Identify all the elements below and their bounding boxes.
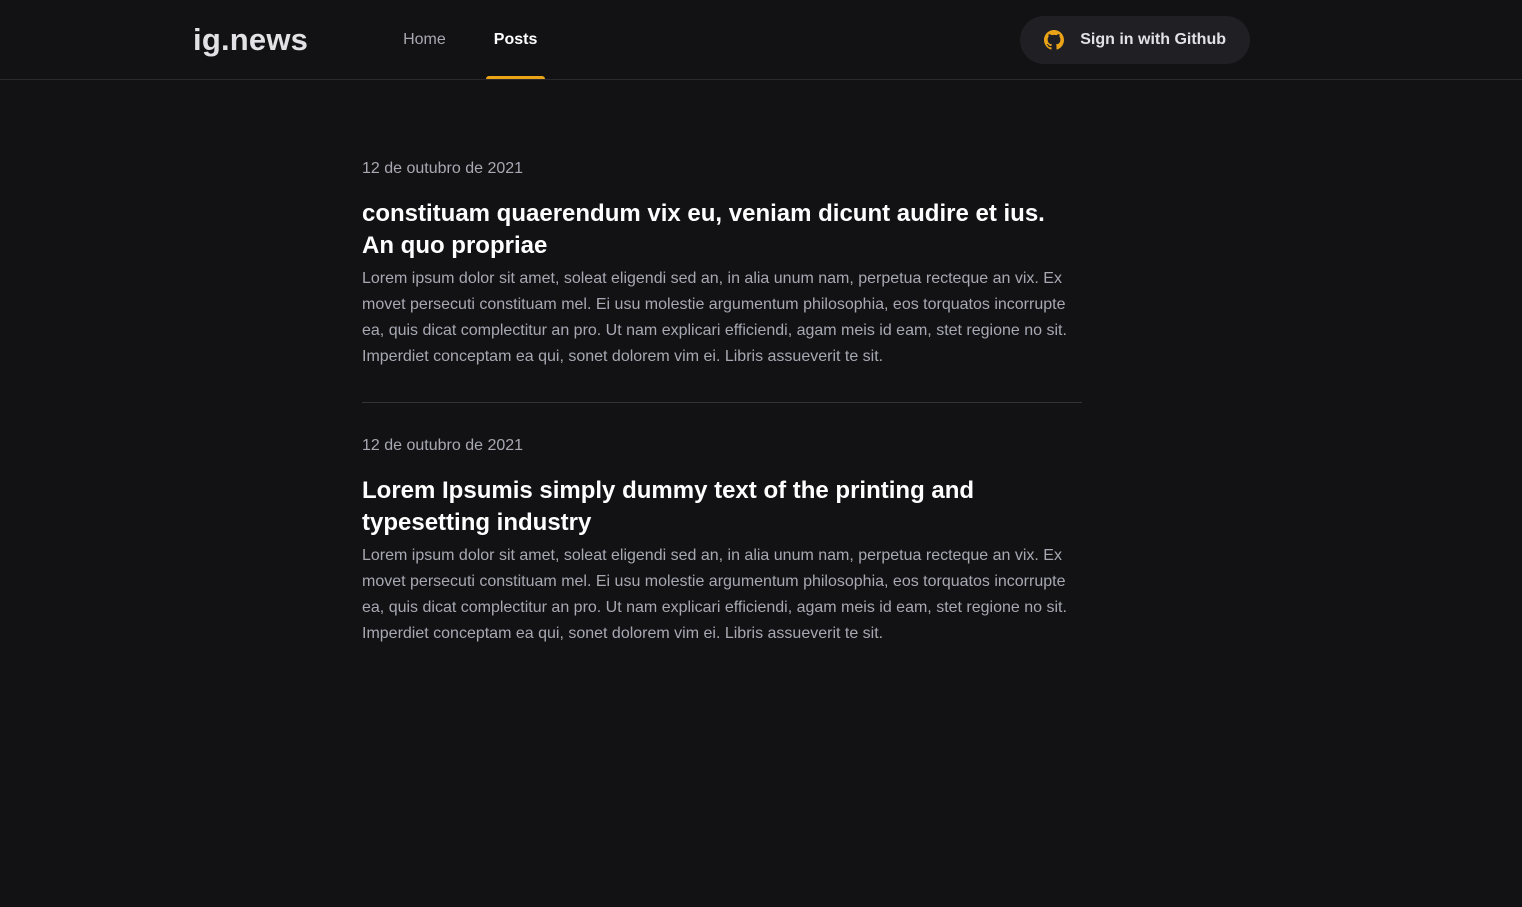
site-header: ig.news Home Posts Sign in with Github (0, 0, 1522, 80)
post-excerpt: Lorem ipsum dolor sit amet, soleat elige… (362, 270, 1067, 365)
post-item[interactable]: 12 de outubro de 2021 Lorem Ipsumis simp… (362, 402, 1082, 647)
header-content: ig.news Home Posts Sign in with Github (193, 0, 1250, 79)
post-title[interactable]: constituam quaerendum vix eu, veniam dic… (362, 198, 1082, 262)
logo[interactable]: ig.news (193, 22, 308, 58)
post-date: 12 de outubro de 2021 (362, 160, 524, 177)
post-excerpt: Lorem ipsum dolor sit amet, soleat elige… (362, 547, 1067, 642)
main-nav: Home Posts (395, 0, 577, 79)
nav-posts-link[interactable]: Posts (485, 0, 546, 79)
posts-list: 12 de outubro de 2021 constituam quaeren… (362, 158, 1082, 647)
main-content: 12 de outubro de 2021 constituam quaeren… (362, 80, 1082, 647)
sign-in-label: Sign in with Github (1080, 30, 1226, 48)
nav-home-link[interactable]: Home (395, 0, 454, 79)
post-item[interactable]: 12 de outubro de 2021 constituam quaeren… (362, 158, 1082, 370)
github-icon (1044, 29, 1065, 50)
post-title[interactable]: Lorem Ipsumis simply dummy text of the p… (362, 475, 1082, 539)
post-date: 12 de outubro de 2021 (362, 437, 524, 454)
sign-in-github-button[interactable]: Sign in with Github (1020, 15, 1250, 64)
